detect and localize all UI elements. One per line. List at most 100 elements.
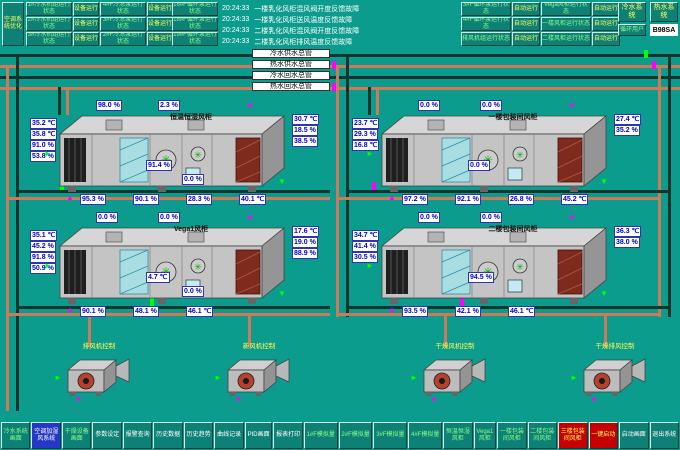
chiller-run-status[interactable]: 设备运行 [73, 2, 99, 16]
ahu-value-below: 48.1 % [133, 306, 159, 317]
pump-status-button[interactable]: 2#F冷冻泵运行状态 [100, 32, 146, 46]
ahu-title: 恒温恒湿风柜 [126, 112, 256, 122]
toolbar-button[interactable]: 报表打印 [273, 422, 302, 449]
alarm-time: 20:24:33 [222, 38, 249, 45]
toolbar-button[interactable]: 4#F模拟量 [408, 422, 442, 449]
device-status-button[interactable]: 一楼风柜运行状态 [541, 17, 591, 31]
chiller-status-button[interactable]: 1#冷水机组运行状态 [26, 2, 72, 16]
system-optimize-button[interactable]: 空调系统优化 [2, 2, 24, 46]
chiller-status-button[interactable]: 3#冷水机组运行状态 [26, 32, 72, 46]
ahu-value-top: 0.0 % [418, 212, 440, 223]
toolbar-button[interactable]: Vega1 风柜 [474, 422, 497, 449]
flow-arrow-icon: ► [44, 262, 52, 270]
fan-icon: ✳ [516, 262, 524, 272]
toolbar-button[interactable]: 参数设定 [92, 422, 121, 449]
toolbar-button[interactable]: 恒温恒湿 风柜 [443, 422, 472, 449]
toolbar-button[interactable]: 报警查询 [123, 422, 152, 449]
toolbar-button[interactable]: 曲线记录 [214, 422, 243, 449]
circ-pump-button[interactable]: 16#F循环泵运行状态 [172, 2, 218, 16]
ahu-2: ✳ ✳ 一楼包装间风柜 ► ▼ ▲ ▼ 23.7 ℃29.3 %16.8 ℃0.… [352, 100, 652, 208]
device-status-button[interactable]: 二楼风柜运行状态 [541, 32, 591, 46]
chilled-water-system-button[interactable]: 冷水系统 [618, 2, 646, 22]
toolbar-button[interactable]: 三楼包装 间风柜 [558, 422, 587, 449]
chiller-run-status[interactable]: 设备运行 [73, 17, 99, 31]
flow-arrow-icon: ► [570, 374, 578, 382]
run-mode-status[interactable]: 自动运行 [512, 17, 540, 31]
ahu-4: ✳ ✳ 二楼包装间风柜 ► ▼ ▲ ▼ 34.7 ℃41.4 %30.5 %0.… [352, 212, 652, 320]
circ-pump-button[interactable]: 19#F循环泵运行状态 [172, 32, 218, 46]
toolbar-button[interactable]: 空调加湿 风系统 [31, 422, 60, 449]
toolbar-button[interactable]: 二楼包装 间风柜 [528, 422, 557, 449]
toolbar-button[interactable]: 3#F模拟量 [373, 422, 407, 449]
fan-unit-graphic [66, 352, 132, 400]
chiller-status-button[interactable]: 2#冷水机组运行状态 [26, 17, 72, 31]
fan-unit-graphic [226, 352, 292, 400]
toolbar-button[interactable]: 一键启动 [589, 422, 618, 449]
ahu-value-below: 93.5 % [402, 306, 428, 317]
ahu-graphic: ✳ ✳ [380, 110, 610, 198]
ahu-value-left: 41.4 % [352, 241, 378, 252]
run-mode-status[interactable]: 自动运行 [592, 2, 620, 16]
pump-run-status[interactable]: 设备运行 [147, 17, 173, 31]
pipe-segment [6, 65, 9, 411]
fan-unit-graphic [422, 352, 488, 400]
run-mode-status[interactable]: 自动运行 [512, 32, 540, 46]
ahu-value-left: 91.0 % [30, 140, 56, 151]
ahu-value-below: 97.2 % [402, 194, 428, 205]
toolbar-button[interactable]: 2#F模拟量 [339, 422, 373, 449]
ahu-value-below: 45.2 ℃ [561, 194, 588, 205]
toolbar-button[interactable]: PID画面 [245, 422, 272, 449]
chiller-run-status[interactable]: 设备运行 [73, 32, 99, 46]
ahu-value-mid: 0.0 % [182, 286, 204, 297]
flow-arrow-icon: ▼ [278, 178, 286, 186]
ahu-value-left: 35.1 ℃ [30, 230, 57, 241]
flow-arrow-icon: ▲ [388, 194, 396, 202]
flow-arrow-icon: ▼ [568, 102, 576, 110]
ahu-value-below: 40.1 ℃ [239, 194, 266, 205]
flow-arrow-icon: ▲ [66, 194, 74, 202]
ahu-3: ✳ ✳ Vega1风柜 ► ▼ ▲ ▼ 35.1 ℃45.2 %91.8 %50… [30, 212, 330, 320]
ahu-value-mid: 0.0 % [182, 174, 204, 185]
user-button[interactable]: 循环用户 [618, 24, 646, 36]
pipe-segment [0, 87, 680, 90]
run-mode-status[interactable]: 自动运行 [512, 2, 540, 16]
pipe-segment [0, 54, 680, 57]
pump-run-status[interactable]: 设备运行 [147, 32, 173, 46]
toolbar-button[interactable]: 一楼包装 间风柜 [497, 422, 526, 449]
toolbar-button[interactable]: 退出系统 [650, 422, 679, 449]
run-mode-status[interactable]: 自动运行 [592, 32, 620, 46]
alarm-time: 20:24:33 [222, 16, 249, 23]
device-status-button[interactable]: 排风机组运行状态 [461, 32, 511, 46]
ahu-value-right: 88.9 % [292, 248, 318, 259]
toolbar-button[interactable]: 历史数据 [153, 422, 182, 449]
flow-arrow-icon: ▼ [278, 290, 286, 298]
toolbar-button[interactable]: 冷水系统 画面 [1, 422, 30, 449]
ahu-value-top: 2.3 % [158, 100, 180, 111]
circ-pump-button[interactable]: 18#F循环泵运行状态 [172, 17, 218, 31]
pipe-label-chilled-return: 冷水回水总管 [252, 71, 330, 80]
valve-indicator [644, 50, 648, 58]
ahu-value-top: 0.0 % [480, 100, 502, 111]
pump-status-button[interactable]: 4#F冷冻泵运行状态 [100, 2, 146, 16]
pump-run-status[interactable]: 设备运行 [147, 2, 173, 16]
ahu-value-right: 27.4 ℃ [614, 114, 641, 125]
ahu-title: Vega1风柜 [126, 224, 256, 234]
device-status-button[interactable]: Vega风柜运行状态 [541, 2, 591, 16]
fan-icon: ✳ [194, 262, 202, 272]
toolbar-button[interactable]: 干燥设备 画面 [62, 422, 91, 449]
device-status-button[interactable]: 4#F循环泵运行状态 [461, 17, 511, 31]
chiller-pump-status-grid: 1#冷水机组运行状态设备运行4#F冷冻泵运行状态设备运行巡检2#冷水机组运行状态… [26, 2, 190, 46]
flow-arrow-icon: ► [54, 374, 62, 382]
ahu-value-top: 0.0 % [96, 212, 118, 223]
toolbar-button[interactable]: 1#F模拟量 [304, 422, 338, 449]
fan-icon: ✳ [516, 150, 524, 160]
fan-unit-graphic [582, 352, 648, 400]
station-id-badge: B98SA [650, 24, 678, 36]
ahu-value-left: 35.2 ℃ [30, 118, 57, 129]
run-mode-status[interactable]: 自动运行 [592, 17, 620, 31]
toolbar-button[interactable]: 启动画面 [619, 422, 648, 449]
pump-status-button[interactable]: 3#F冷冻泵运行状态 [100, 17, 146, 31]
toolbar-button[interactable]: 历史趋势 [184, 422, 213, 449]
device-status-button[interactable]: 3#F循环泵运行状态 [461, 2, 511, 16]
hot-water-system-button[interactable]: 热水系统 [650, 2, 678, 22]
